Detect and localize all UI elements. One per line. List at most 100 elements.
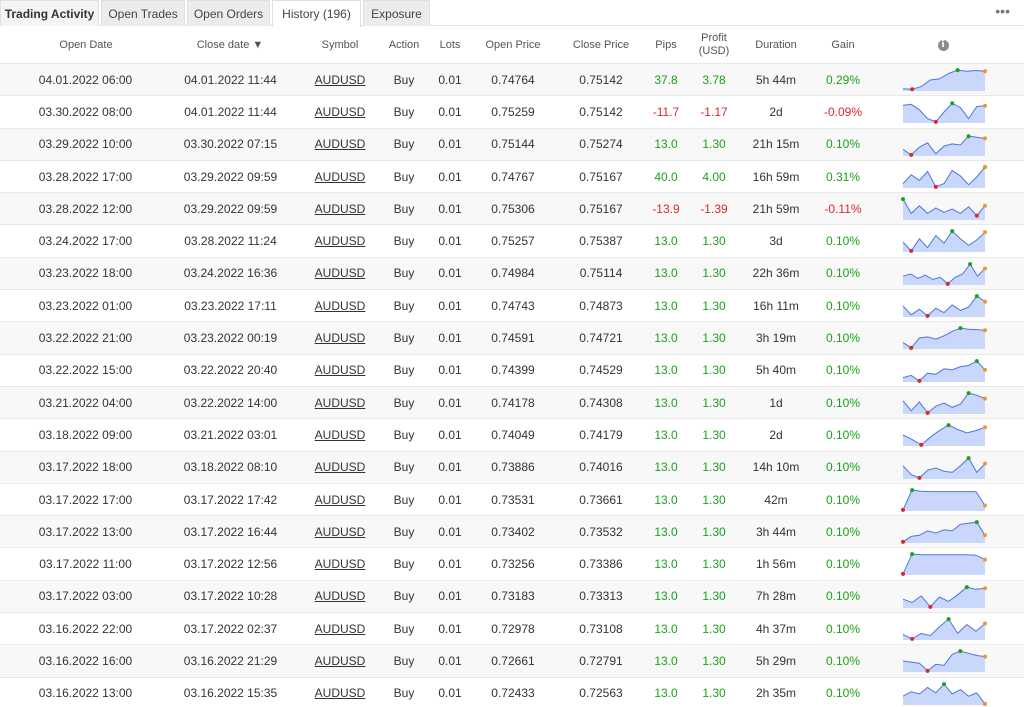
more-options-icon[interactable]: ••• [995,3,1010,19]
cell-symbol[interactable]: AUDUSD [305,548,375,579]
sparkline-low-marker [901,540,905,545]
sparkline-high-marker [910,487,915,492]
cell-symbol[interactable]: AUDUSD [305,387,375,418]
sparkline-end-marker [983,621,987,626]
cell-symbol[interactable]: AUDUSD [305,613,375,644]
table-row[interactable]: 03.21.2022 04:00 03.22.2022 14:00 AUDUSD Bu… [0,386,1024,420]
cell-symbol[interactable]: AUDUSD [305,161,375,192]
table-row[interactable]: 03.16.2022 13:00 03.16.2022 15:35 AUDUSD Bu… [0,677,1024,707]
sparkline-end-marker [983,328,987,333]
table-row[interactable]: 03.16.2022 22:00 03.17.2022 02:37 AUDUSD Bu… [0,613,1024,646]
info-icon[interactable]: i [937,39,949,51]
tab-open-trades[interactable]: Open Trades [101,0,185,26]
cell-gain: 0.10% [825,137,861,152]
table-row[interactable]: 03.30.2022 08:00 04.01.2022 11:44 AUDUSD Bu… [0,96,1024,129]
cell-symbol[interactable]: AUDUSD [305,678,375,707]
cell-gain: 0.29% [825,72,861,87]
table-row[interactable]: 03.16.2022 16:00 03.16.2022 21:29 AUDUSD Bu… [0,645,1024,678]
cell-symbol[interactable]: AUDUSD [305,225,375,256]
table-row[interactable]: 03.17.2022 17:00 03.17.2022 17:42 AUDUSD Bu… [0,483,1024,517]
cell-close-price: 0.75114 [579,266,623,281]
tab-exposure[interactable]: Exposure [363,0,430,26]
cell-profit: 1.30 [702,621,726,636]
cell-profit: 1.30 [702,427,726,442]
cell-symbol[interactable]: AUDUSD [305,64,375,95]
cell-open-date: 03.17.2022 11:00 [39,557,132,572]
cell-open-price: 0.75257 [491,234,535,249]
header-close-price[interactable]: Close Price [560,26,642,64]
header-open-date[interactable]: Open Date [40,26,132,64]
header-profit[interactable]: Profit (USD) [690,26,738,64]
sparkline-low-marker [945,281,950,286]
cell-symbol[interactable]: AUDUSD [305,290,375,321]
equity-sparkline [902,584,987,609]
cell-open-price: 0.72661 [491,653,535,668]
cell-action: Buy [393,169,415,184]
cell-symbol[interactable]: AUDUSD [305,452,375,483]
table-row[interactable]: 03.23.2022 18:00 03.24.2022 16:36 AUDUSD Bu… [0,257,1024,291]
cell-open-price: 0.75144 [491,137,535,152]
table-row[interactable]: 04.01.2022 06:00 04.01.2022 11:44 AUDUSD Bu… [0,64,1024,97]
table-row[interactable]: 03.17.2022 13:00 03.17.2022 16:44 AUDUSD Bu… [0,516,1024,549]
header-close-date[interactable]: Close date ▼ [180,26,280,64]
cell-symbol[interactable]: AUDUSD [305,258,375,289]
cell-duration: 1d [769,395,783,410]
cell-gain: 0.10% [825,460,861,475]
cell-symbol[interactable]: AUDUSD [305,355,375,386]
cell-open-date: 03.22.2022 15:00 [38,363,133,378]
cell-action: Buy [393,589,415,604]
header-symbol[interactable]: Symbol [305,26,375,64]
sparkline-high-marker [966,391,971,396]
tab-trading-activity[interactable]: Trading Activity [0,0,99,26]
cell-symbol[interactable]: AUDUSD [305,129,375,160]
table-row[interactable]: 03.18.2022 09:00 03.21.2022 03:01 AUDUSD Bu… [0,419,1024,452]
header-duration[interactable]: Duration [742,26,810,64]
table-row[interactable]: 03.23.2022 01:00 03.23.2022 17:11 AUDUSD Bu… [0,290,1024,323]
header-open-price[interactable]: Open Price [472,26,554,64]
sparkline-low-marker [919,443,924,448]
cell-symbol[interactable]: AUDUSD [305,516,375,547]
sparkline-low-marker [974,213,979,218]
cell-close-price: 0.74873 [579,298,623,313]
table-row[interactable]: 03.29.2022 10:00 03.30.2022 07:15 AUDUSD Bu… [0,128,1024,161]
table-row[interactable]: 03.24.2022 17:00 03.28.2022 11:24 AUDUSD Bu… [0,225,1024,258]
equity-sparkline [901,552,987,577]
cell-symbol[interactable]: AUDUSD [305,645,375,676]
table-row[interactable]: 03.28.2022 12:00 03.29.2022 09:59 AUDUSD Bu… [0,193,1024,226]
cell-action: Buy [393,266,415,281]
cell-symbol[interactable]: AUDUSD [305,484,375,515]
cell-gain: 0.10% [825,589,861,604]
cell-close-price: 0.73313 [579,589,623,604]
cell-open-price: 0.72433 [491,686,535,701]
tab-history[interactable]: History (196) [272,0,361,27]
cell-pips: -11.7 [652,104,680,119]
equity-sparkline [902,455,987,480]
cell-lots: 0.01 [438,492,462,507]
sparkline-low-marker [933,120,938,125]
sparkline-low-marker [917,475,922,480]
table-row[interactable]: 03.28.2022 17:00 03.29.2022 09:59 AUDUSD Bu… [0,160,1024,194]
cell-symbol[interactable]: AUDUSD [305,419,375,450]
cell-symbol[interactable]: AUDUSD [305,193,375,224]
tab-open-orders[interactable]: Open Orders [187,0,270,26]
header-action[interactable]: Action [378,26,430,64]
table-row[interactable]: 03.22.2022 15:00 03.22.2022 20:40 AUDUSD Bu… [0,354,1024,387]
table-row[interactable]: 03.17.2022 03:00 03.17.2022 10:28 AUDUSD Bu… [0,580,1024,614]
cell-symbol[interactable]: AUDUSD [305,581,375,612]
cell-lots: 0.01 [438,137,462,152]
table-row[interactable]: 03.17.2022 11:00 03.17.2022 12:56 AUDUSD Bu… [0,548,1024,581]
cell-gain: 0.10% [825,686,861,701]
header-lots[interactable]: Lots [430,26,470,64]
sparkline-high-marker [910,552,915,557]
equity-sparkline [902,649,987,674]
header-gain[interactable]: Gain [818,26,868,64]
cell-symbol[interactable]: AUDUSD [305,322,375,353]
table-row[interactable]: 03.22.2022 21:00 03.23.2022 00:19 AUDUSD Bu… [0,322,1024,355]
cell-symbol[interactable]: AUDUSD [305,96,375,127]
cell-open-price: 0.74984 [491,266,535,281]
cell-close-price: 0.73108 [579,621,623,636]
header-pips[interactable]: Pips [646,26,686,64]
cell-open-date: 03.18.2022 09:00 [38,427,133,442]
sparkline-end-marker [983,461,987,466]
table-row[interactable]: 03.17.2022 18:00 03.18.2022 08:10 AUDUSD Bu… [0,451,1024,484]
